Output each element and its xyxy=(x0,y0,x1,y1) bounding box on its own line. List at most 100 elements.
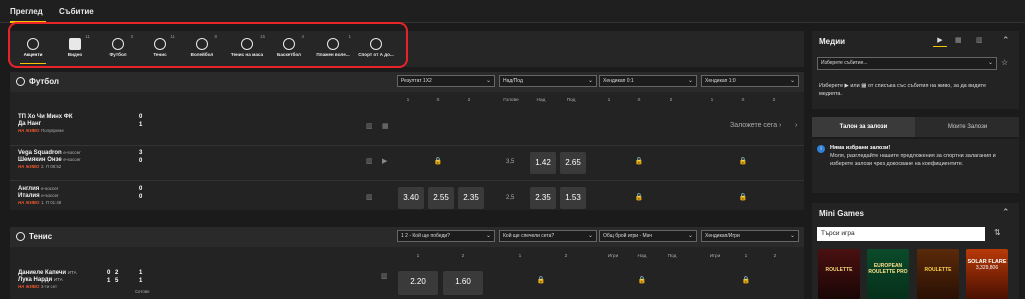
lock-icon: 🔒 xyxy=(634,194,644,201)
lock-icon: 🔒 xyxy=(738,158,748,165)
star-icon[interactable]: ☆ xyxy=(1001,58,1008,67)
market-dropdown-winner[interactable]: 1 2 - Кой ще победи? ⌄ xyxy=(397,230,495,242)
col-header: 1 xyxy=(406,98,410,103)
market-dropdown-handicap-1-0[interactable]: Хендикап 1:0 ⌄ xyxy=(701,75,799,87)
chevron-down-icon: ⌄ xyxy=(987,60,993,66)
col-header: 1 xyxy=(518,254,522,259)
lock-icon: 🔒 xyxy=(536,277,546,284)
game-thumbnail[interactable]: ROULETTE xyxy=(917,249,959,299)
scoreboard-icon[interactable]: ▦ xyxy=(955,36,962,44)
chevron-down-icon: ⌄ xyxy=(687,233,693,239)
odd-button[interactable]: 3.40 xyxy=(398,187,424,209)
sets-p1: 0 xyxy=(107,270,111,276)
game-search-input[interactable]: Търси игра xyxy=(817,227,985,241)
chevron-down-icon: ⌄ xyxy=(485,78,491,84)
highlight-annotation-box xyxy=(8,22,408,68)
player-2: Лука Нарди ИТА xyxy=(18,277,63,283)
match-row[interactable]: Даниеле Капечи ИТА Лука Нарди ИТА НА ЖИВ… xyxy=(18,270,77,290)
chevron-right-icon[interactable]: › xyxy=(795,122,797,129)
row-divider xyxy=(10,180,804,181)
stats-icon[interactable]: ▥ xyxy=(976,36,983,44)
market-dropdown-1x2[interactable]: Резултат 1Х2 ⌄ xyxy=(397,75,495,87)
match-status: 1. П 01:48 xyxy=(40,200,62,205)
lock-icon: 🔒 xyxy=(741,277,751,284)
col-header: Игри xyxy=(709,254,721,259)
stats-icon[interactable]: ▥ xyxy=(366,122,373,130)
sets-label: Сетове xyxy=(135,289,150,294)
live-badge: НА ЖИВО xyxy=(18,128,40,133)
game-thumbnail[interactable]: EUROPEAN ROULETTE PRO xyxy=(867,249,909,299)
col-header: 2 xyxy=(669,98,673,103)
game-thumbnail[interactable]: SOLAR FLARE 3,329,806 xyxy=(966,249,1008,299)
team-home: Англия e-soccer xyxy=(18,186,59,192)
col-header: Голове xyxy=(503,98,519,103)
section-title: Тенис xyxy=(29,232,53,241)
top-navigation: Преглед Събитие xyxy=(0,0,1025,23)
chevron-up-icon[interactable]: ⌃ xyxy=(1002,207,1010,218)
chevron-down-icon: ⌄ xyxy=(485,233,491,239)
odd-button[interactable]: 2.55 xyxy=(428,187,454,209)
col-header: Под xyxy=(667,254,677,259)
betslip-empty: i Няма избрани залози! Моля, разгледайте… xyxy=(812,139,1019,193)
odd-button[interactable]: 2.35 xyxy=(458,187,484,209)
col-header: 1 xyxy=(744,254,748,259)
player-1: Даниеле Капечи ИТА xyxy=(18,270,77,276)
market-dropdown-set-winner[interactable]: Кой ще спечели сета? ⌄ xyxy=(499,230,597,242)
odd-button[interactable]: 1.53 xyxy=(560,187,586,209)
score-home: 0 xyxy=(139,186,143,192)
odd-button[interactable]: 2.65 xyxy=(560,152,586,174)
scoreboard-icon[interactable]: ▦ xyxy=(382,122,389,130)
tab-event[interactable]: Събитие xyxy=(59,0,99,23)
chevron-up-icon[interactable]: ⌃ xyxy=(1002,35,1010,46)
stats-icon[interactable]: ▥ xyxy=(366,193,373,201)
video-icon[interactable]: ▶ xyxy=(382,157,387,165)
football-icon xyxy=(16,77,25,86)
col-header: Над xyxy=(637,254,647,259)
score-away: 0 xyxy=(139,194,143,200)
mini-games-title: Mini Games xyxy=(819,209,864,218)
col-header: 1 xyxy=(710,98,714,103)
match-row[interactable]: ТП Хо Чи Минх ФК Да Нанг НА ЖИВО Полувре… xyxy=(18,114,73,134)
match-row[interactable]: Vega Squadron e-soccer Шемякин Онзе e-so… xyxy=(18,150,81,170)
team-away: Да Нанг xyxy=(18,121,42,127)
game-thumbnail[interactable]: ROULETTE xyxy=(818,249,860,299)
match-status: Полувреме xyxy=(40,128,64,133)
section-title: Футбол xyxy=(29,77,60,86)
tab-betslip[interactable]: Талон за залози xyxy=(812,117,915,137)
goal-line: 2,5 xyxy=(506,195,515,201)
tennis-icon xyxy=(16,232,25,241)
chevron-down-icon: ⌄ xyxy=(789,78,795,84)
market-dropdown-over-under[interactable]: Над/Под ⌄ xyxy=(499,75,597,87)
col-header: X xyxy=(637,98,641,103)
match-status: 3-ти сет xyxy=(40,284,58,289)
live-badge: НА ЖИВО xyxy=(18,284,40,289)
market-dropdown-handicap-games[interactable]: Хендикап/Игри ⌄ xyxy=(701,230,799,242)
lock-icon: 🔒 xyxy=(738,194,748,201)
sort-icon[interactable]: ⇅ xyxy=(994,228,1001,237)
score-home: 0 xyxy=(139,114,143,120)
stats-icon[interactable]: ▥ xyxy=(366,157,373,165)
odd-button[interactable]: 2.20 xyxy=(398,271,438,295)
odd-button[interactable]: 1.60 xyxy=(443,271,483,295)
col-header: X xyxy=(741,98,745,103)
match-row[interactable]: Англия e-soccer Италия e-soccer НА ЖИВО … xyxy=(18,186,61,206)
tab-my-bets[interactable]: Моите Залози xyxy=(916,117,1019,137)
score-away: 0 xyxy=(139,158,143,164)
lock-icon: 🔒 xyxy=(634,158,644,165)
media-title: Медии xyxy=(819,37,846,46)
odd-button[interactable]: 1.42 xyxy=(530,152,556,174)
chevron-down-icon: ⌄ xyxy=(587,233,593,239)
event-select[interactable]: Изберете събитие... ⌄ xyxy=(817,57,997,70)
stats-icon[interactable]: ▥ xyxy=(381,272,388,280)
tab-overview[interactable]: Преглед xyxy=(10,0,46,23)
market-dropdown-handicap-0-1[interactable]: Хендикап 0:1 ⌄ xyxy=(599,75,697,87)
games-p1: 2 xyxy=(115,270,119,276)
match-status: 2. П 08:52 xyxy=(40,164,62,169)
media-panel: Медии ▶ ▦ ▥ ⌃ Изберете събитие... ⌄ ☆ Изб… xyxy=(812,31,1019,109)
odd-button[interactable]: 2.35 xyxy=(530,187,556,209)
team-home: Vega Squadron e-soccer xyxy=(18,150,81,156)
live-badge: НА ЖИВО xyxy=(18,200,40,205)
bet-now-link[interactable]: Заложете сега › xyxy=(730,122,781,129)
market-dropdown-total-games[interactable]: Общ брой игри - Мач ⌄ xyxy=(599,230,697,242)
video-icon[interactable]: ▶ xyxy=(933,36,947,47)
